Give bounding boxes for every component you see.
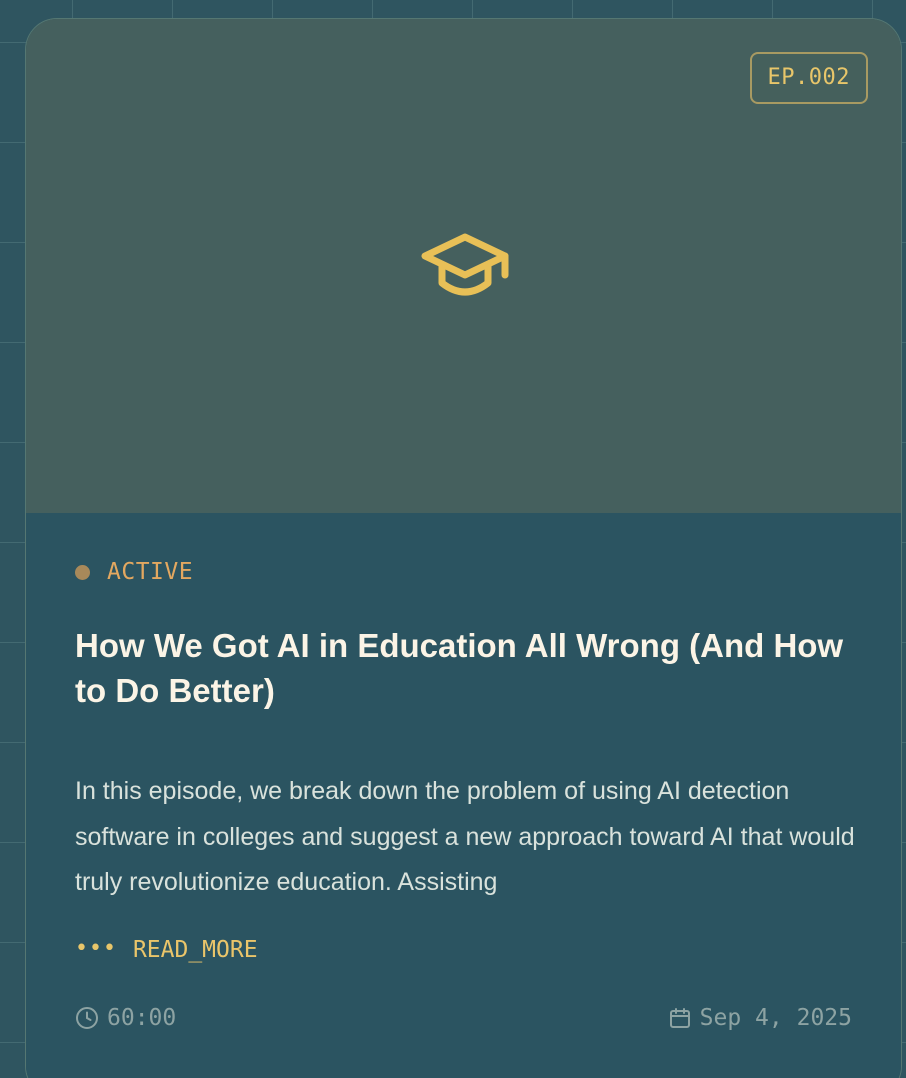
graduation-cap-icon — [421, 233, 509, 296]
date-text: Sep 4, 2025 — [699, 1005, 852, 1031]
status-label: ACTIVE — [107, 559, 194, 585]
episode-content: ACTIVE How We Got AI in Education All Wr… — [26, 513, 901, 1078]
duration-text: 60:00 — [107, 1005, 177, 1031]
read-more-label: READ_MORE — [132, 937, 258, 963]
episode-duration: 60:00 — [75, 1005, 176, 1031]
episode-card[interactable]: EP.002 ACTIVE How We Got AI in Education… — [25, 18, 902, 1078]
clock-icon — [76, 1007, 98, 1029]
episode-thumbnail: EP.002 — [26, 19, 901, 513]
read-more-link[interactable]: ••• READ_MORE — [75, 935, 258, 964]
episode-number-badge: EP.002 — [749, 52, 868, 104]
episode-title[interactable]: How We Got AI in Education All Wrong (An… — [75, 623, 855, 713]
episode-date: Sep 4, 2025 — [668, 1005, 852, 1031]
calendar-icon — [669, 1008, 690, 1028]
status-indicator: ACTIVE — [75, 559, 193, 585]
ellipsis-icon: ••• — [75, 935, 117, 961]
episode-description: In this episode, we break down the probl… — [75, 777, 855, 896]
status-dot — [75, 564, 90, 580]
